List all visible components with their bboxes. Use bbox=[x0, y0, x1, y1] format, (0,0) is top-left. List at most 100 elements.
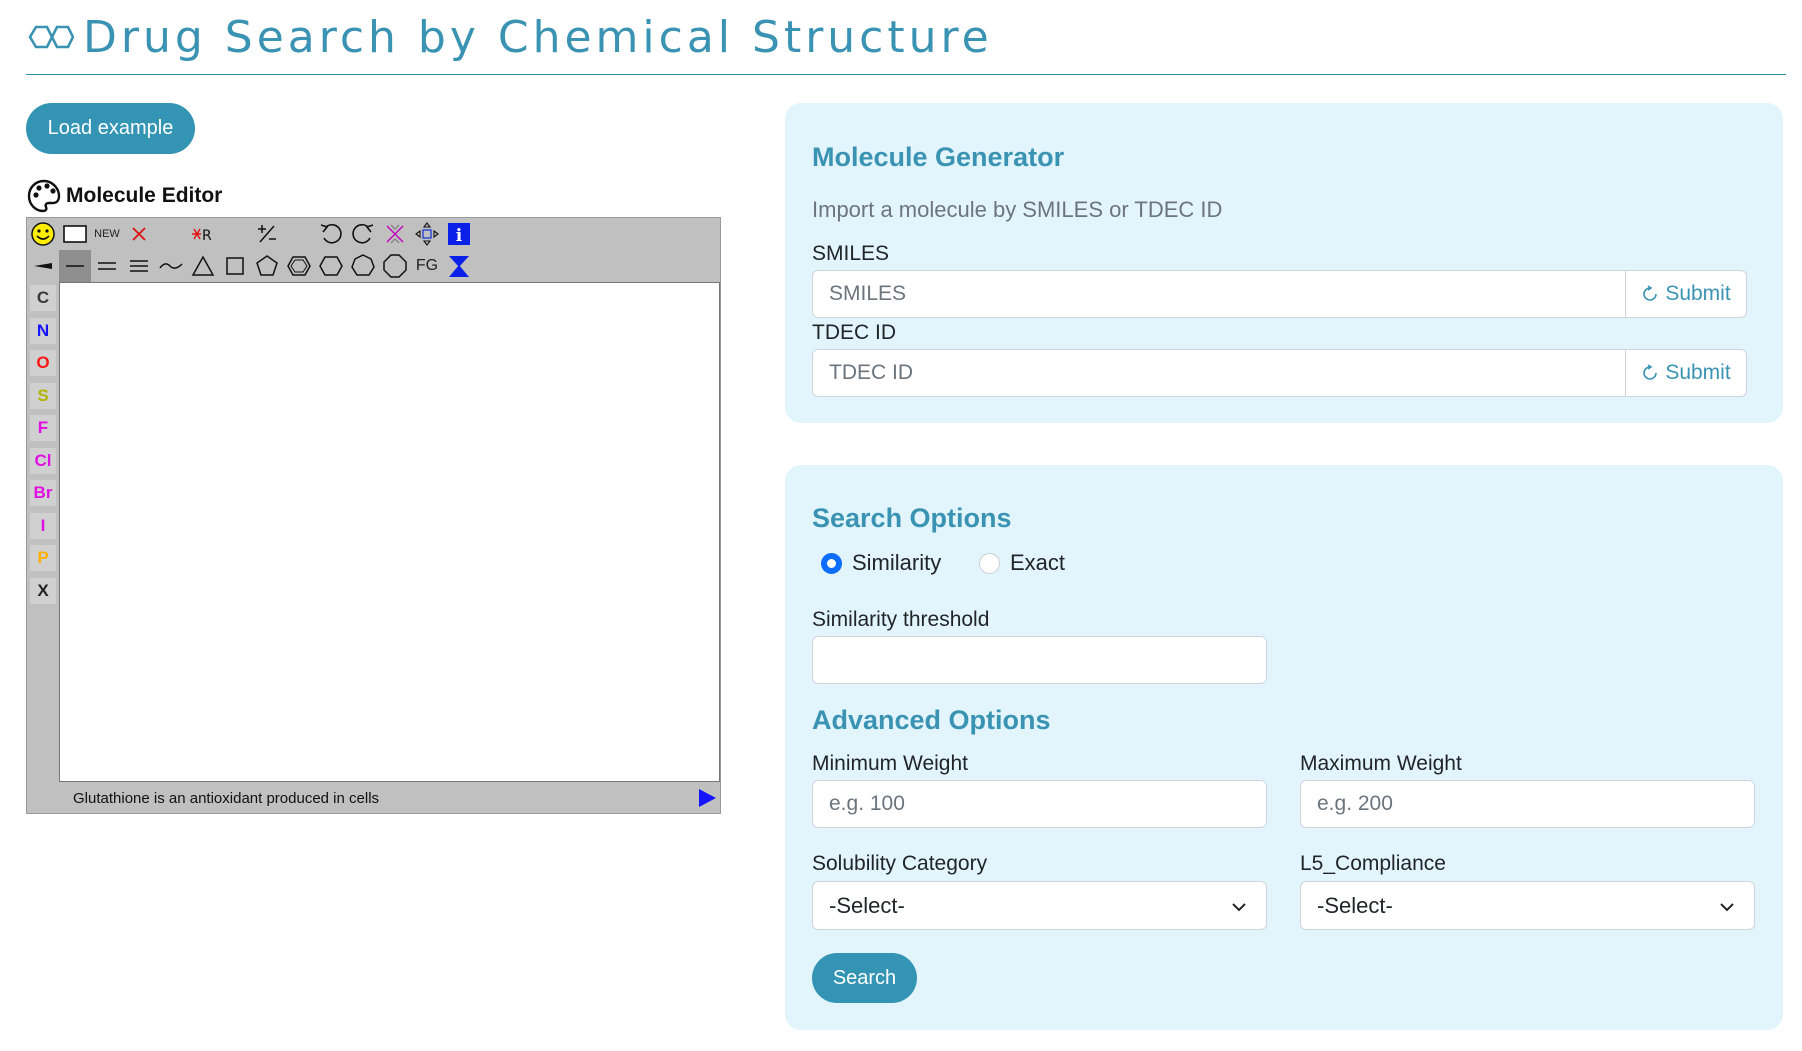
load-example-button[interactable]: Load example bbox=[26, 103, 195, 154]
atom-palette: C N O S F Cl Br I P X bbox=[27, 282, 59, 607]
solubility-select[interactable]: -Select- bbox=[812, 881, 1267, 930]
delete-r-icon[interactable]: R bbox=[187, 218, 219, 250]
status-text: Glutathione is an antioxidant produced i… bbox=[73, 789, 380, 807]
template-icon[interactable] bbox=[443, 250, 475, 282]
undo-icon[interactable] bbox=[315, 218, 347, 250]
search-button[interactable]: Search bbox=[812, 953, 917, 1003]
radio-unchecked-indicator bbox=[979, 552, 1000, 574]
triangle-icon[interactable] bbox=[187, 250, 219, 282]
atom-button-f[interactable]: F bbox=[27, 412, 59, 445]
new-button[interactable]: NEW bbox=[91, 218, 123, 250]
chain-icon[interactable] bbox=[155, 250, 187, 282]
delete-x-icon[interactable] bbox=[123, 218, 155, 250]
editor-heading: Molecule Editor bbox=[26, 178, 222, 214]
search-options-title: Search Options bbox=[812, 503, 1012, 533]
atom-button-s[interactable]: S bbox=[27, 380, 59, 413]
chevron-down-icon bbox=[1232, 903, 1246, 912]
atom-label: C bbox=[30, 285, 56, 312]
search-options-card: Search Options Similarity Exact Similari… bbox=[785, 465, 1783, 1030]
charge-icon[interactable] bbox=[251, 218, 283, 250]
min-weight-label: Minimum Weight bbox=[812, 752, 968, 775]
threshold-label: Similarity threshold bbox=[812, 608, 990, 631]
atom-button-br[interactable]: Br bbox=[27, 477, 59, 510]
submit-label: Submit bbox=[1665, 361, 1731, 384]
atom-button-o[interactable]: O bbox=[27, 347, 59, 380]
redo-icon[interactable] bbox=[347, 218, 379, 250]
atom-button-cl[interactable]: Cl bbox=[27, 445, 59, 478]
atom-label: F bbox=[30, 415, 56, 442]
move-icon[interactable] bbox=[411, 218, 443, 250]
advanced-options-title: Advanced Options bbox=[812, 705, 1051, 735]
atom-label: Br bbox=[30, 480, 56, 507]
wedge-bond-icon[interactable] bbox=[27, 250, 59, 282]
single-bond-icon[interactable] bbox=[59, 250, 91, 282]
submit-label: Submit bbox=[1665, 282, 1731, 305]
atom-button-i[interactable]: I bbox=[27, 510, 59, 543]
benzene-icon[interactable] bbox=[283, 250, 315, 282]
radio-checked-indicator bbox=[821, 552, 842, 574]
editor-title: Molecule Editor bbox=[66, 184, 223, 207]
molecule-generator-card: Molecule Generator Import a molecule by … bbox=[785, 103, 1783, 423]
play-arrow-icon[interactable] bbox=[699, 789, 716, 807]
tdec-input[interactable]: TDEC ID bbox=[812, 349, 1626, 397]
l5-compliance-label: L5_Compliance bbox=[1300, 852, 1446, 875]
atom-label: P bbox=[30, 545, 56, 572]
molecule-icon bbox=[28, 25, 74, 49]
radio-exact-label: Exact bbox=[1010, 550, 1066, 575]
similarity-threshold-input[interactable] bbox=[812, 636, 1267, 684]
smiles-input[interactable]: SMILES bbox=[812, 270, 1626, 318]
l5-compliance-select[interactable]: -Select- bbox=[1300, 881, 1755, 930]
max-weight-input[interactable]: e.g. 200 bbox=[1300, 780, 1755, 828]
editor-toolbar-bottom: FG bbox=[27, 250, 475, 282]
heptagon-icon[interactable] bbox=[347, 250, 379, 282]
tdec-input-group: TDEC ID Submit bbox=[812, 349, 1747, 397]
octagon-icon[interactable] bbox=[379, 250, 411, 282]
atom-button-c[interactable]: C bbox=[27, 282, 59, 315]
solubility-selected-value: -Select- bbox=[829, 892, 905, 918]
double-bond-icon[interactable] bbox=[91, 250, 123, 282]
atom-label: O bbox=[30, 350, 56, 377]
editor-toolbar-top: NEW R i bbox=[27, 218, 475, 250]
tdec-submit-button[interactable]: Submit bbox=[1626, 349, 1747, 397]
radio-similarity-label: Similarity bbox=[852, 550, 942, 575]
smiley-icon[interactable] bbox=[27, 218, 59, 250]
smiles-submit-button[interactable]: Submit bbox=[1626, 270, 1747, 318]
atom-button-p[interactable]: P bbox=[27, 542, 59, 575]
hexagon-icon[interactable] bbox=[315, 250, 347, 282]
solubility-label: Solubility Category bbox=[812, 852, 988, 875]
clear-icon[interactable] bbox=[379, 218, 411, 250]
molecule-editor[interactable]: NEW R i FG C N O S F Cl Br I P X Glutath… bbox=[26, 217, 721, 814]
pentagon-icon[interactable] bbox=[251, 250, 283, 282]
radio-similarity[interactable]: Similarity bbox=[821, 550, 941, 576]
smiles-label: SMILES bbox=[812, 242, 890, 265]
palette-icon bbox=[27, 179, 61, 213]
editor-status-bar: Glutathione is an antioxidant produced i… bbox=[59, 783, 720, 813]
page-title: Drug Search by Chemical Structure bbox=[83, 12, 993, 63]
generator-subtitle: Import a molecule by SMILES or TDEC ID bbox=[812, 197, 1223, 222]
chevron-down-icon bbox=[1720, 903, 1734, 912]
refresh-icon bbox=[1643, 364, 1658, 380]
triple-bond-icon[interactable] bbox=[123, 250, 155, 282]
drawing-canvas[interactable] bbox=[59, 282, 720, 782]
refresh-icon bbox=[1643, 285, 1658, 301]
atom-label: Cl bbox=[30, 447, 56, 474]
info-icon[interactable]: i bbox=[443, 218, 475, 250]
square-icon[interactable] bbox=[219, 250, 251, 282]
svg-text:R: R bbox=[202, 228, 212, 244]
atom-button-x[interactable]: X bbox=[27, 575, 59, 608]
rectangle-icon[interactable] bbox=[59, 218, 91, 250]
page-header: Drug Search by Chemical Structure bbox=[26, 0, 1786, 75]
fg-button[interactable]: FG bbox=[411, 250, 443, 282]
tdec-label: TDEC ID bbox=[812, 321, 896, 344]
l5-selected-value: -Select- bbox=[1317, 892, 1393, 918]
atom-label: X bbox=[30, 577, 56, 604]
atom-button-n[interactable]: N bbox=[27, 315, 59, 348]
radio-exact[interactable]: Exact bbox=[979, 550, 1065, 576]
min-weight-input[interactable]: e.g. 100 bbox=[812, 780, 1267, 828]
atom-label: S bbox=[30, 382, 56, 409]
max-weight-label: Maximum Weight bbox=[1300, 752, 1462, 775]
atom-label: N bbox=[30, 317, 56, 344]
generator-title: Molecule Generator bbox=[812, 142, 1065, 172]
